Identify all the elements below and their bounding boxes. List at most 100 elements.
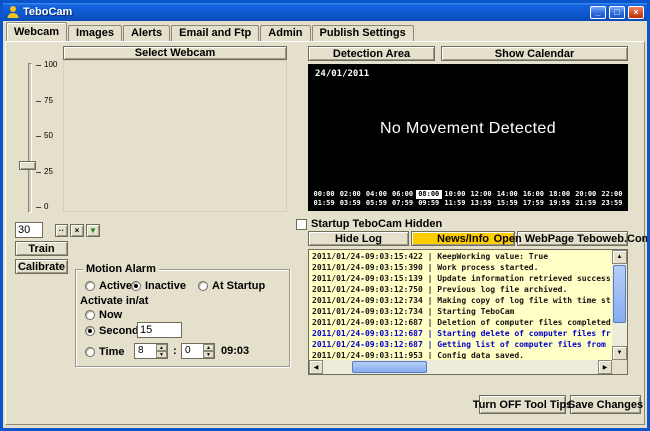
radio-time-label: Time (99, 346, 124, 358)
radio-at-startup-label: At Startup (212, 280, 265, 292)
cross-icon-button[interactable]: × (70, 224, 84, 237)
scroll-down-icon[interactable]: ▼ (612, 346, 627, 360)
sensitivity-slider-thumb[interactable] (19, 161, 36, 170)
timeline-cell: 04:00 05:59 (363, 189, 389, 209)
log-entry: 2011/01/24-09:03:12:734 | Starting TeboC… (312, 306, 609, 317)
hour-spin-up-icon[interactable]: ▲ (156, 344, 167, 351)
log-entry: 2011/01/24-09:03:11:953 | Config data sa… (312, 350, 609, 359)
tab-admin[interactable]: Admin (260, 25, 310, 41)
timeline-cell: 00:00 01:59 (311, 189, 337, 209)
scroll-up-icon[interactable]: ▲ (612, 250, 627, 264)
radio-now[interactable]: Now (85, 309, 122, 321)
startup-hidden-label: Startup TeboCam Hidden (311, 218, 442, 230)
tab-publish-settings[interactable]: Publish Settings (312, 25, 414, 41)
slider-label-100: 100 (44, 60, 57, 69)
select-webcam-button[interactable]: Select Webcam (63, 46, 287, 60)
slider-tick (36, 172, 41, 173)
slider-label-25: 25 (44, 167, 53, 176)
motion-alarm-title: Motion Alarm (83, 263, 159, 275)
open-webpage-button[interactable]: Open WebPage Teboweb.Com (517, 231, 628, 246)
slider-label-75: 75 (44, 96, 53, 105)
monitor-message: No Movement Detected (308, 120, 628, 138)
radio-time-icon[interactable] (85, 347, 95, 357)
radio-at-startup[interactable]: At Startup (198, 280, 265, 292)
tab-alerts[interactable]: Alerts (123, 25, 170, 41)
log-panel: 2011/01/24-09:03:15:422 | KeepWorking va… (308, 249, 628, 375)
startup-hidden-checkbox-row[interactable]: Startup TeboCam Hidden (296, 218, 442, 230)
slider-tick (36, 101, 41, 102)
maximize-button[interactable]: □ (609, 6, 625, 19)
timeline-cell: 02:00 03:59 (337, 189, 363, 209)
sensitivity-slider-track[interactable] (28, 63, 32, 213)
show-calendar-button[interactable]: Show Calendar (441, 46, 628, 61)
train-button[interactable]: Train (15, 241, 68, 256)
log-entries: 2011/01/24-09:03:15:422 | KeepWorking va… (310, 251, 611, 359)
app-icon (6, 5, 20, 19)
calibrate-button[interactable]: Calibrate (15, 259, 68, 274)
tebocam-window: TeboCam _ □ × Webcam Images Alerts Email… (0, 0, 650, 431)
hour-spinner-value: 8 (138, 345, 144, 356)
minute-spin-up-icon[interactable]: ▲ (203, 344, 214, 351)
minute-spin-down-icon[interactable]: ▼ (203, 351, 214, 358)
radio-now-icon[interactable] (85, 310, 95, 320)
tab-email-ftp[interactable]: Email and Ftp (171, 25, 259, 41)
slider-tick (36, 136, 41, 137)
slider-label-0: 0 (44, 202, 48, 211)
log-entry: 2011/01/24-09:03:15:139 | Update informa… (312, 273, 609, 284)
timeline-cell: 06:00 07:59 (389, 189, 415, 209)
log-entry: 2011/01/24-09:03:12:750 | Previous log f… (312, 284, 609, 295)
tab-webcam[interactable]: Webcam (6, 22, 67, 41)
tab-strip: Webcam Images Alerts Email and Ftp Admin… (6, 22, 415, 41)
timeline-cell-current: 08:00 09:59 (416, 189, 442, 209)
horizontal-scroll-thumb[interactable] (352, 361, 427, 373)
radio-inactive[interactable]: Inactive (131, 280, 186, 292)
time-colon-label: : (173, 345, 177, 357)
seconds-input[interactable] (137, 322, 182, 338)
log-entry: 2011/01/24-09:03:12:687 | Deletion of co… (312, 317, 609, 328)
vertical-scroll-thumb[interactable] (613, 265, 626, 323)
slider-label-50: 50 (44, 131, 53, 140)
timeline-cell: 18:00 19:59 (546, 189, 572, 209)
hour-spin-down-icon[interactable]: ▼ (156, 351, 167, 358)
radio-inactive-icon[interactable] (131, 281, 141, 291)
title-bar: TeboCam _ □ × (3, 3, 647, 21)
scroll-right-icon[interactable]: ▶ (598, 360, 612, 374)
webcam-preview-area (63, 60, 287, 212)
timeline-cell: 12:00 13:59 (468, 189, 494, 209)
detection-area-button[interactable]: Detection Area (308, 46, 435, 61)
tab-images[interactable]: Images (68, 25, 122, 41)
radio-active-icon[interactable] (85, 281, 95, 291)
startup-hidden-checkbox[interactable] (296, 219, 307, 230)
scrollbar-corner (612, 360, 627, 374)
close-button[interactable]: × (628, 6, 644, 19)
hour-spinner[interactable]: 8 ▲ ▼ (134, 343, 168, 359)
log-entry: 2011/01/24-09:03:12:734 | Making copy of… (312, 295, 609, 306)
radio-active[interactable]: Active (85, 280, 132, 292)
radio-seconds[interactable]: Seconds (85, 325, 145, 337)
turn-off-tooltips-button[interactable]: Turn OFF Tool Tips (479, 395, 566, 414)
timeline-cell: 10:00 11:59 (442, 189, 468, 209)
slider-tick (36, 207, 41, 208)
radio-time[interactable]: Time (85, 346, 124, 358)
sensitivity-value-input[interactable] (15, 222, 43, 238)
save-changes-button[interactable]: Save Changes (570, 395, 641, 414)
minimize-button[interactable]: _ (590, 6, 606, 19)
slider-tick (36, 65, 41, 66)
green-arrow-icon-button[interactable]: ▼ (86, 224, 100, 237)
timeline-cell: 14:00 15:59 (494, 189, 520, 209)
radio-seconds-icon[interactable] (85, 326, 95, 336)
log-entry: 2011/01/24-09:03:15:390 | Work process s… (312, 262, 609, 273)
current-time-hint: 09:03 (221, 345, 249, 357)
monitor-date: 24/01/2011 (315, 69, 369, 79)
log-vertical-scrollbar[interactable]: ▲ ▼ (612, 250, 627, 360)
scroll-left-icon[interactable]: ◀ (309, 360, 323, 374)
radio-active-label: Active (99, 280, 132, 292)
hide-log-button[interactable]: Hide Log (308, 231, 409, 246)
minute-spinner[interactable]: 0 ▲ ▼ (181, 343, 215, 359)
dots-icon-button[interactable]: ·· (55, 224, 68, 237)
log-horizontal-scrollbar[interactable]: ◀ ▶ (309, 360, 612, 374)
radio-now-label: Now (99, 309, 122, 321)
radio-at-startup-icon[interactable] (198, 281, 208, 291)
timeline-cell: 16:00 17:59 (520, 189, 546, 209)
hour-timeline: 00:00 01:59 02:00 03:59 04:00 05:59 06:0… (311, 189, 625, 209)
